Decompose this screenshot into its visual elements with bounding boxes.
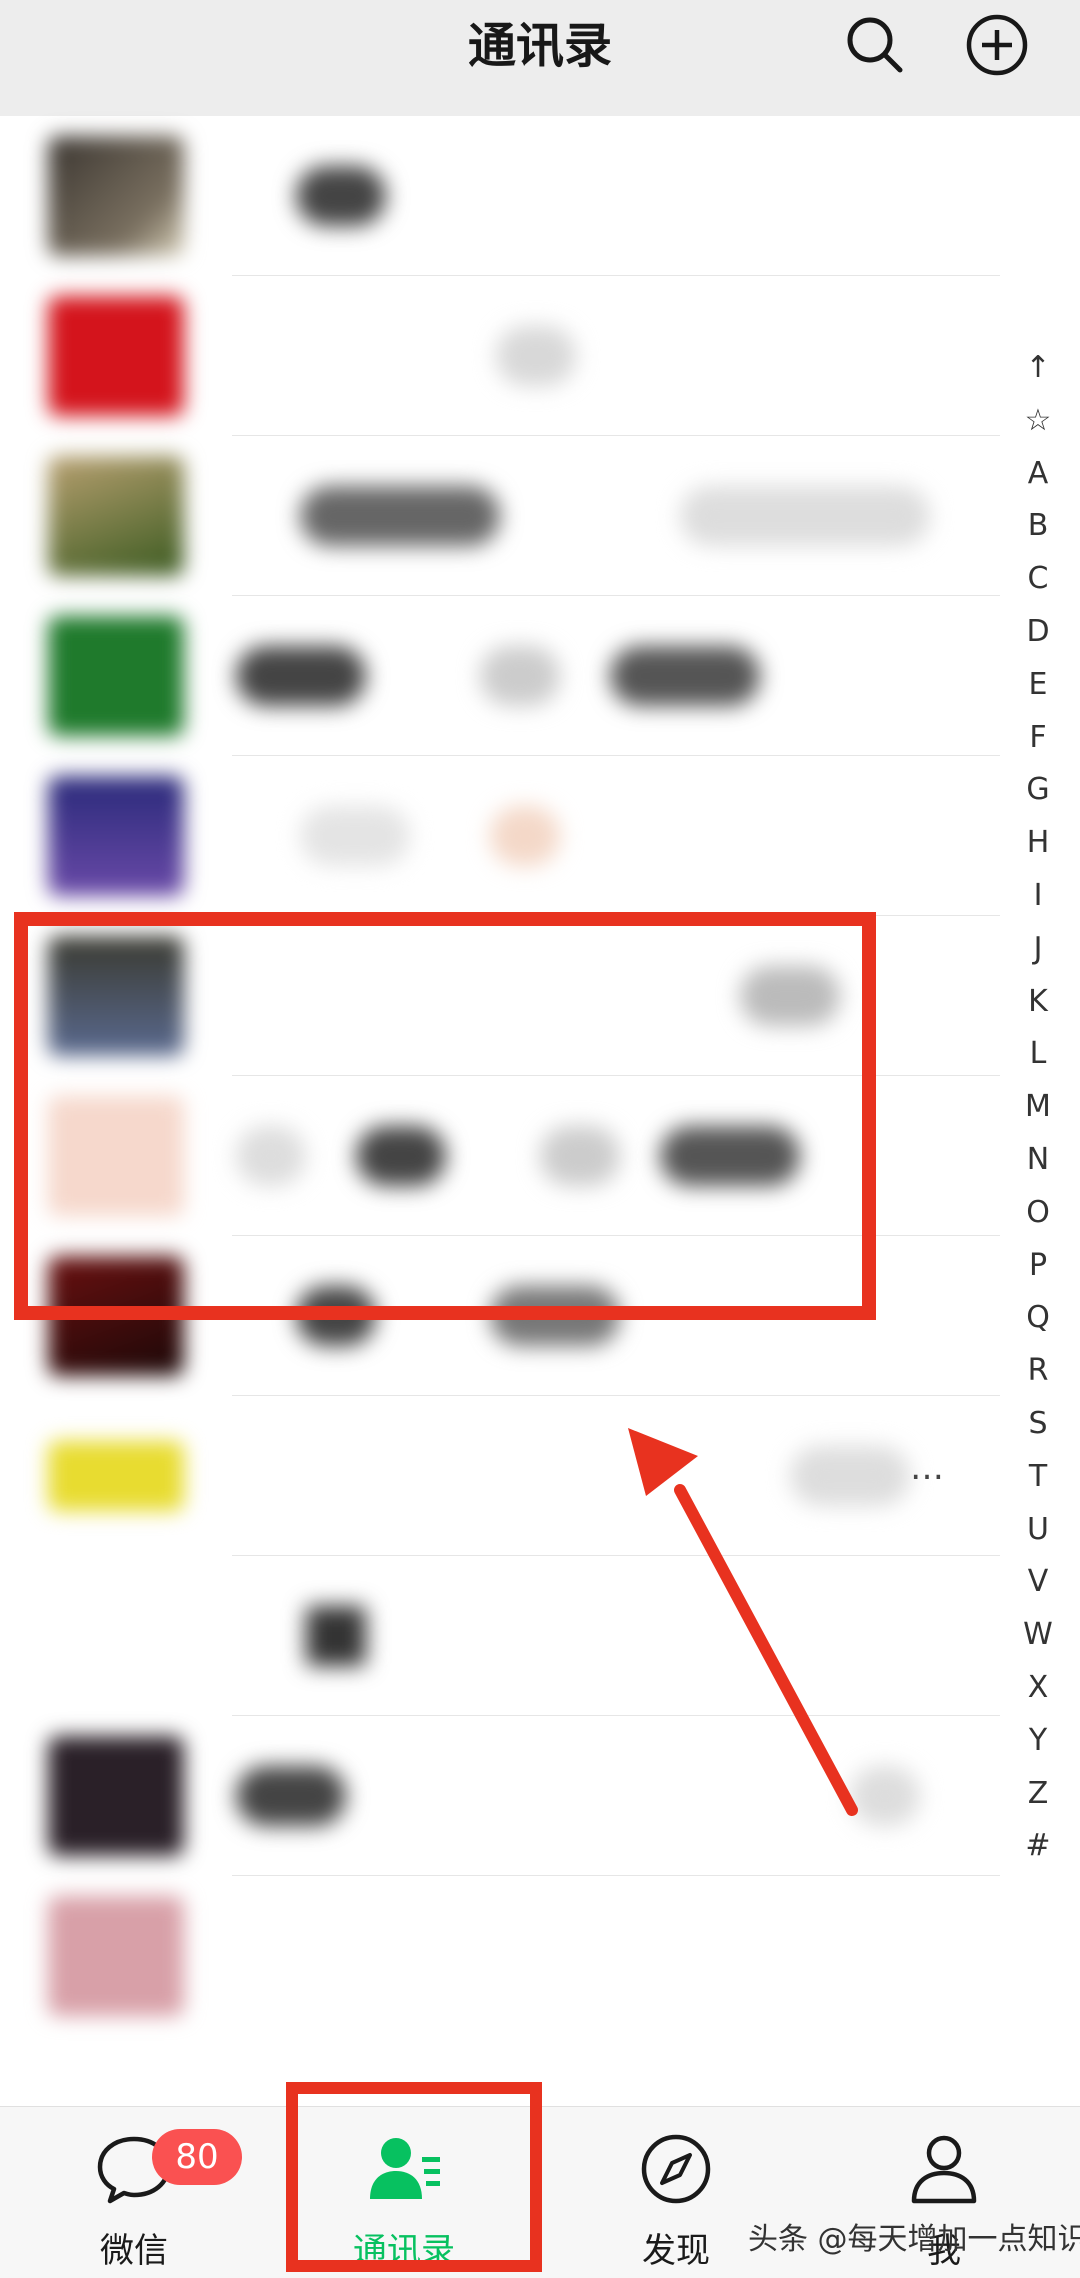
annotation-tab-highlight xyxy=(286,2082,542,2272)
avatar xyxy=(48,296,184,416)
index-letter[interactable]: C xyxy=(1010,553,1066,606)
contact-row[interactable] xyxy=(0,436,1000,596)
page-title: 通讯录 xyxy=(467,18,612,74)
watermark-text: 头条 @每天增加一点知识 xyxy=(748,2222,1080,2257)
index-letter[interactable]: M xyxy=(1010,1081,1066,1134)
index-hash[interactable]: # xyxy=(1010,1820,1066,1873)
contact-row[interactable] xyxy=(0,116,1000,276)
person-icon xyxy=(904,2129,984,2209)
index-letter[interactable]: F xyxy=(1010,712,1066,765)
index-letter[interactable]: Z xyxy=(1010,1768,1066,1821)
tab-label: 发现 xyxy=(642,2231,710,2271)
plus-circle-icon[interactable] xyxy=(962,10,1032,80)
index-letter[interactable]: P xyxy=(1010,1240,1066,1293)
top-nav-bar: 通讯录 xyxy=(0,0,1080,116)
contact-row[interactable] xyxy=(0,756,1000,916)
contact-name-blurred xyxy=(236,646,366,706)
avatar xyxy=(48,776,184,896)
index-letter[interactable]: X xyxy=(1010,1662,1066,1715)
index-letter[interactable]: K xyxy=(1010,976,1066,1029)
index-letter[interactable]: Y xyxy=(1010,1715,1066,1768)
contact-name-blurred xyxy=(490,806,560,866)
annotation-highlight-box xyxy=(14,912,876,1320)
tab-chats[interactable]: 80 微信 xyxy=(34,2107,242,2278)
avatar xyxy=(48,616,184,736)
contact-name-blurred xyxy=(680,486,930,546)
avatar xyxy=(48,1736,184,1856)
contact-name-blurred xyxy=(300,806,410,866)
index-letter[interactable]: L xyxy=(1010,1028,1066,1081)
contact-row[interactable] xyxy=(0,276,1000,436)
compass-icon xyxy=(636,2129,716,2209)
index-up-arrow[interactable]: ↑ xyxy=(1010,342,1066,395)
search-icon[interactable] xyxy=(840,10,910,80)
avatar xyxy=(48,136,184,256)
contact-row[interactable] xyxy=(0,1876,1000,2036)
tab-label: 微信 xyxy=(100,2231,168,2271)
contact-name-blurred xyxy=(236,1766,346,1826)
contact-name-blurred xyxy=(300,486,500,546)
index-letter[interactable]: S xyxy=(1010,1398,1066,1451)
index-letter[interactable]: B xyxy=(1010,500,1066,553)
index-star[interactable]: ☆ xyxy=(1010,395,1066,448)
index-letter[interactable]: Q xyxy=(1010,1292,1066,1345)
unread-badge: 80 xyxy=(152,2129,242,2185)
tab-discover[interactable]: 发现 xyxy=(576,2107,776,2278)
index-letter[interactable]: W xyxy=(1010,1609,1066,1662)
annotation-arrow-icon xyxy=(628,1428,858,1816)
contact-row[interactable] xyxy=(0,596,1000,756)
index-letter[interactable]: O xyxy=(1010,1187,1066,1240)
index-letter[interactable]: G xyxy=(1010,764,1066,817)
index-letter[interactable]: E xyxy=(1010,659,1066,712)
avatar xyxy=(48,456,184,576)
contact-name-blurred xyxy=(306,1606,366,1666)
index-letter[interactable]: A xyxy=(1010,448,1066,501)
contact-name-blurred xyxy=(610,646,760,706)
index-letter[interactable]: V xyxy=(1010,1556,1066,1609)
index-letter[interactable]: I xyxy=(1010,870,1066,923)
contact-name-blurred xyxy=(480,646,560,706)
index-letter[interactable]: T xyxy=(1010,1451,1066,1504)
index-letter[interactable]: U xyxy=(1010,1504,1066,1557)
alphabet-index[interactable]: ↑ ☆ A B C D E F G H I J K L M N O P Q R … xyxy=(1010,342,1066,1873)
contact-name-blurred xyxy=(496,326,576,386)
truncated-ellipsis: … xyxy=(910,1448,944,1488)
index-letter[interactable]: N xyxy=(1010,1134,1066,1187)
index-letter[interactable]: H xyxy=(1010,817,1066,870)
index-letter[interactable]: D xyxy=(1010,606,1066,659)
index-letter[interactable]: R xyxy=(1010,1345,1066,1398)
contact-name-blurred xyxy=(296,166,386,226)
avatar xyxy=(48,1441,184,1511)
avatar xyxy=(48,1896,184,2016)
index-letter[interactable]: J xyxy=(1010,923,1066,976)
